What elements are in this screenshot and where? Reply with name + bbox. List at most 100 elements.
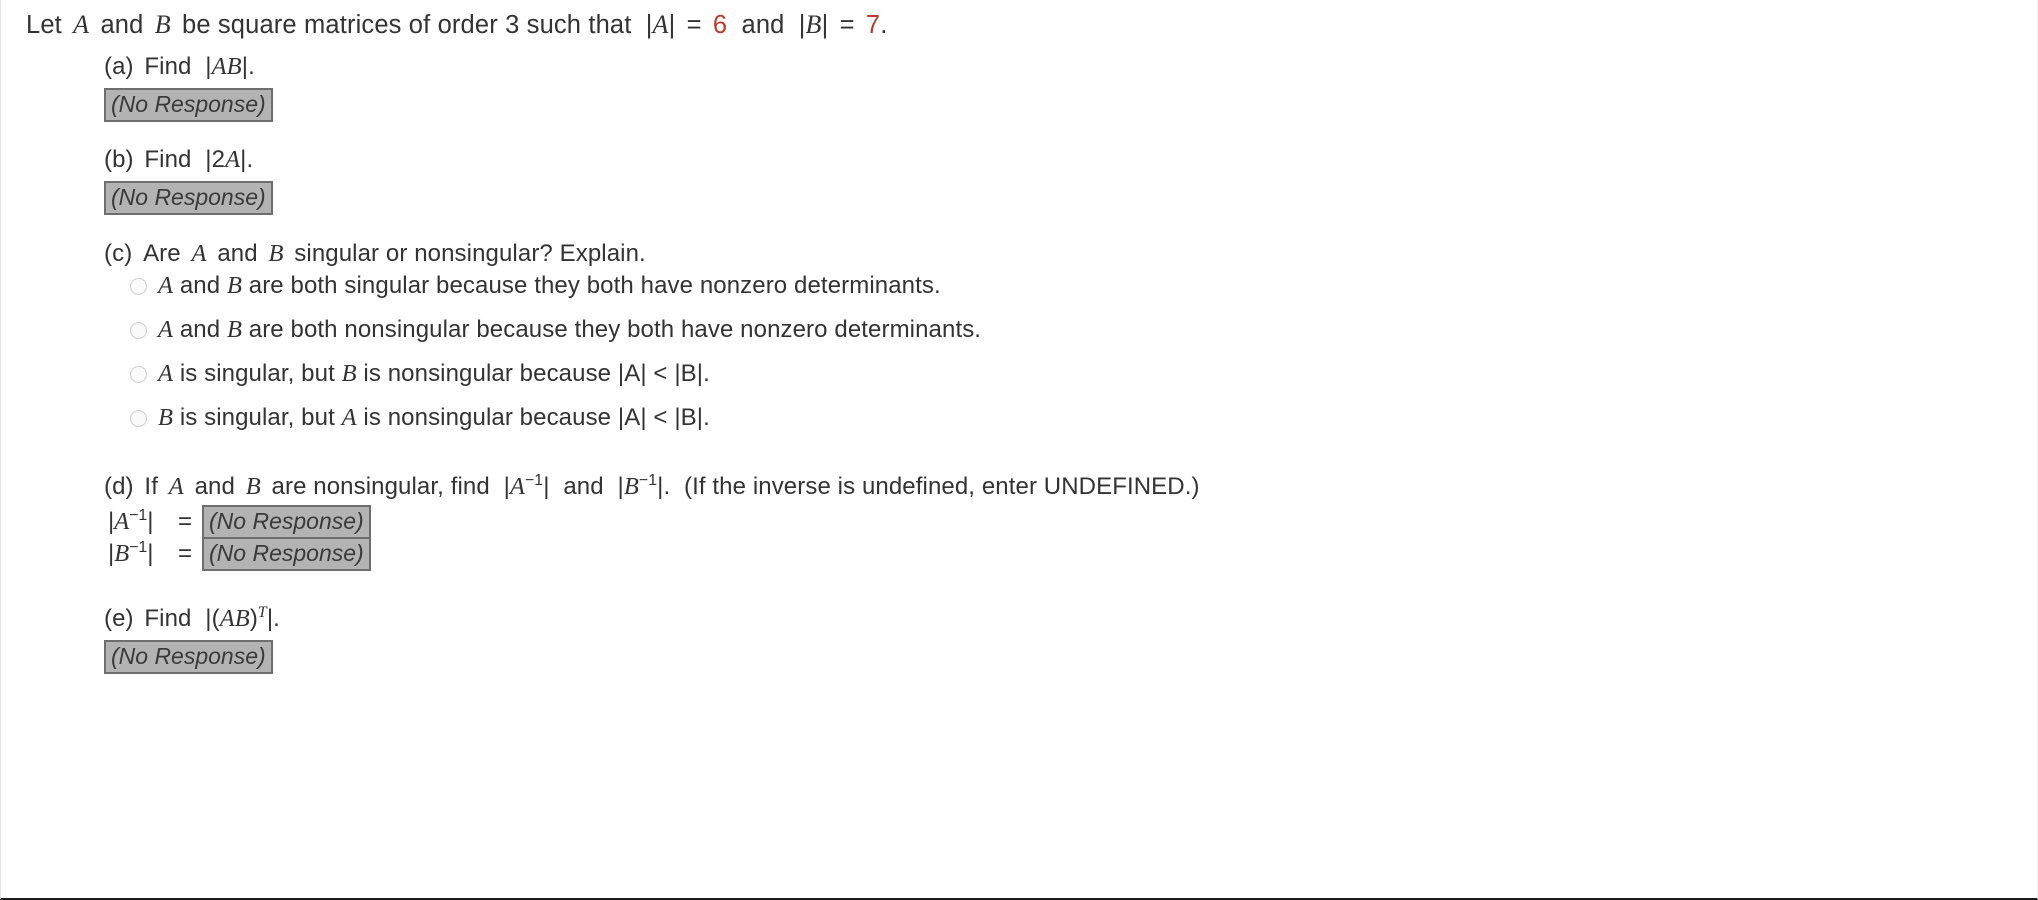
option-tail: are both singular because they both have… bbox=[241, 272, 941, 299]
option-tail: is nonsingular because |A| < |B|. bbox=[356, 404, 710, 431]
option-tail: is nonsingular because |A| < |B|. bbox=[356, 360, 710, 387]
part-e-prompt: (e) Find |(AB)T|. bbox=[104, 604, 280, 634]
part-e-answer-row: (No Response) bbox=[104, 640, 280, 674]
part-d-letter: (d) bbox=[104, 473, 134, 500]
stem-det-a-var: A bbox=[652, 10, 669, 39]
stem-middle: be square matrices of order 3 such that bbox=[182, 11, 632, 39]
stem-equals-1: = bbox=[686, 11, 702, 39]
stem-var-b: B bbox=[154, 10, 171, 39]
part-e-letter: (e) bbox=[104, 605, 134, 632]
part-a-verb: Find bbox=[144, 53, 192, 80]
part-a-answer-box[interactable]: (No Response) bbox=[104, 88, 273, 122]
part-d-expr1-var: A bbox=[509, 473, 525, 500]
stem-lead: Let bbox=[26, 11, 62, 39]
option-row[interactable]: A is singular, but B is nonsingular beca… bbox=[130, 359, 981, 403]
radio-button-icon[interactable] bbox=[130, 322, 147, 339]
part-b-expr-var: A bbox=[225, 146, 241, 173]
option-tail: are both nonsingular because they both h… bbox=[241, 316, 982, 343]
stem-var-a: A bbox=[73, 10, 90, 39]
stem-det-a-open: | bbox=[645, 11, 653, 39]
radio-button-icon[interactable] bbox=[130, 278, 147, 295]
equation-lhs: |A−1| bbox=[108, 507, 170, 537]
part-d-expr2-close: |. bbox=[657, 473, 671, 500]
part-e-expr-open: |( bbox=[205, 605, 220, 632]
lhs-close: | bbox=[147, 508, 154, 535]
part-d-answer-box-a-inverse[interactable]: (No Response) bbox=[202, 505, 371, 539]
option-label: A and B are both nonsingular because the… bbox=[158, 315, 981, 345]
option-mid: is singular, but bbox=[173, 404, 342, 431]
part-b-answer-box[interactable]: (No Response) bbox=[104, 181, 273, 215]
part-e-expr-close: |. bbox=[266, 605, 280, 632]
stem-det-b-close: | bbox=[821, 11, 829, 39]
part-c-letter: (c) bbox=[104, 240, 133, 267]
part-d-var-b: B bbox=[245, 473, 261, 500]
part-a: (a) Find |AB|. (No Response) bbox=[104, 52, 273, 122]
part-b: (b) Find |2A|. (No Response) bbox=[104, 145, 273, 215]
equals-sign: = bbox=[178, 540, 193, 567]
option-mid: is singular, but bbox=[173, 360, 342, 387]
part-c: (c) Are A and B singular or nonsingular?… bbox=[104, 239, 646, 269]
part-e-verb: Find bbox=[144, 605, 192, 632]
part-d-and: and bbox=[194, 473, 235, 500]
option-row[interactable]: A and B are both singular because they b… bbox=[130, 271, 981, 315]
stem-value-a: 6 bbox=[712, 11, 728, 39]
part-e-expr-var: AB bbox=[219, 605, 250, 632]
option-label: A and B are both singular because they b… bbox=[158, 271, 941, 301]
option-var-1: B bbox=[158, 404, 174, 431]
part-c-and: and bbox=[217, 240, 258, 267]
part-a-letter: (a) bbox=[104, 53, 134, 80]
radio-button-icon[interactable] bbox=[130, 410, 147, 427]
part-d-note: (If the inverse is undefined, enter UNDE… bbox=[684, 473, 1200, 500]
part-c-var-b: B bbox=[268, 240, 284, 267]
lhs-sup: −1 bbox=[129, 539, 148, 556]
option-var-1: A bbox=[158, 316, 174, 343]
lhs-sup: −1 bbox=[129, 507, 148, 524]
part-d-expr2-sup: −1 bbox=[638, 472, 658, 489]
equation-lhs: |B−1| bbox=[108, 539, 170, 569]
part-d-answer-box-b-inverse[interactable]: (No Response) bbox=[202, 537, 371, 571]
option-var-2: B bbox=[226, 272, 242, 299]
part-c-question-tail: singular or nonsingular? Explain. bbox=[294, 240, 646, 267]
problem-stem: Let A and B be square matrices of order … bbox=[26, 10, 888, 40]
part-b-expr-open: |2 bbox=[205, 146, 226, 173]
option-label: A is singular, but B is nonsingular beca… bbox=[158, 359, 710, 389]
part-a-answer-row: (No Response) bbox=[104, 88, 273, 122]
equation-row: |A−1| = (No Response) bbox=[108, 505, 1200, 539]
equation-row: |B−1| = (No Response) bbox=[108, 537, 1200, 571]
option-mid: and bbox=[173, 272, 227, 299]
stem-period: . bbox=[880, 11, 888, 39]
part-e-expr-sup: T bbox=[257, 604, 267, 621]
radio-button-icon[interactable] bbox=[130, 366, 147, 383]
option-var-2: A bbox=[341, 404, 357, 431]
part-d-and-2: and bbox=[563, 473, 604, 500]
part-c-prompt: (c) Are A and B singular or nonsingular?… bbox=[104, 239, 646, 269]
part-d-expr1-close: | bbox=[543, 473, 550, 500]
stem-and-2: and bbox=[741, 11, 785, 39]
option-mid: and bbox=[173, 316, 227, 343]
stem-and-1: and bbox=[100, 11, 144, 39]
part-b-prompt: (b) Find |2A|. bbox=[104, 145, 273, 175]
lhs-close: | bbox=[147, 540, 154, 567]
option-var-2: B bbox=[226, 316, 242, 343]
part-b-verb: Find bbox=[144, 146, 192, 173]
stem-det-a-close: | bbox=[668, 11, 676, 39]
part-c-options: A and B are both singular because they b… bbox=[130, 271, 981, 447]
lhs-var: A bbox=[114, 508, 130, 535]
part-b-answer-row: (No Response) bbox=[104, 181, 273, 215]
option-row[interactable]: A and B are both nonsingular because the… bbox=[130, 315, 981, 359]
part-d-expr2-var: B bbox=[623, 473, 639, 500]
equals-sign: = bbox=[178, 508, 193, 535]
page-frame bbox=[0, 0, 2038, 900]
part-d-question-lead: If bbox=[144, 473, 158, 500]
part-e-answer-box[interactable]: (No Response) bbox=[104, 640, 273, 674]
option-row[interactable]: B is singular, but A is nonsingular beca… bbox=[130, 403, 981, 447]
part-b-letter: (b) bbox=[104, 146, 134, 173]
lhs-var: B bbox=[114, 540, 130, 567]
part-e: (e) Find |(AB)T|. (No Response) bbox=[104, 604, 280, 674]
part-a-prompt: (a) Find |AB|. bbox=[104, 52, 273, 82]
stem-equals-2: = bbox=[839, 11, 855, 39]
part-a-expr-var: AB bbox=[211, 53, 242, 80]
stem-det-b-open: | bbox=[798, 11, 806, 39]
option-label: B is singular, but A is nonsingular beca… bbox=[158, 403, 710, 433]
part-d: (d) If A and B are nonsingular, find |A−… bbox=[104, 472, 1200, 571]
